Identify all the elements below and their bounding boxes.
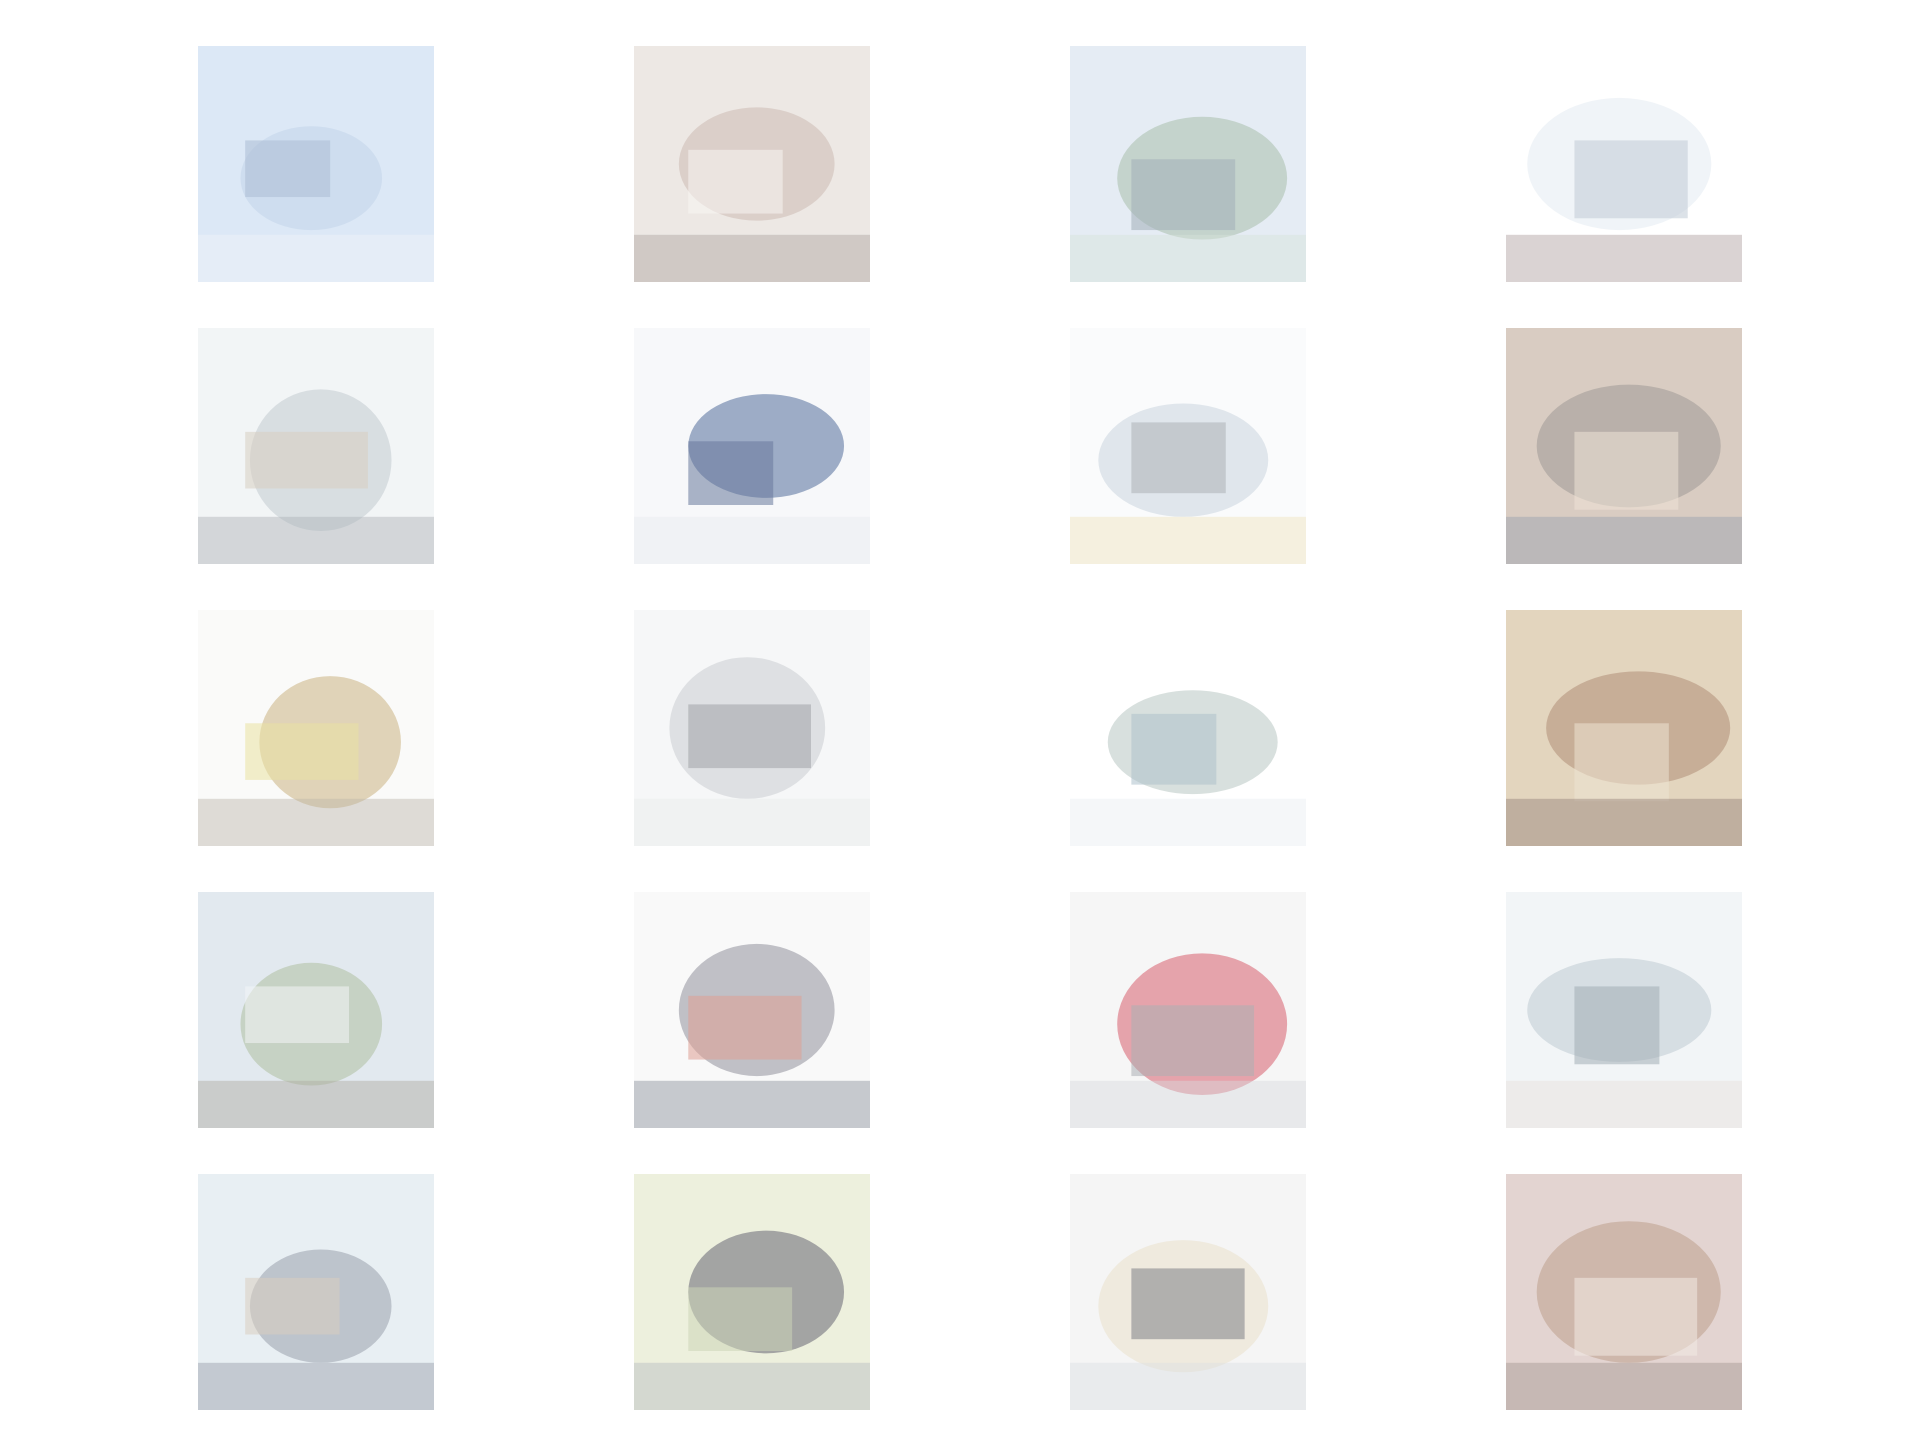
image-thumbnail [1506,46,1742,282]
image-tile-boat [1506,46,1742,282]
image-thumbnail [1070,1174,1306,1410]
faded-overlay [1070,610,1306,846]
image-thumbnail [1506,328,1742,564]
image-thumbnail [1070,610,1306,846]
faded-overlay [198,1174,434,1410]
image-tile-riders-on-horses [198,610,434,846]
faded-overlay [634,892,870,1128]
faded-overlay [198,892,434,1128]
faded-overlay [1506,1174,1742,1410]
faded-overlay [1070,328,1306,564]
image-tile-brown-horse [1506,610,1742,846]
image-thumbnail [634,610,870,846]
image-thumbnail [1506,892,1742,1128]
faded-overlay [634,1174,870,1410]
image-thumbnail [1070,328,1306,564]
image-tile-blue-truck [634,328,870,564]
image-tile-building-with-truck [198,328,434,564]
image-grid [0,0,1920,1440]
faded-overlay [198,328,434,564]
image-tile-boat-on-water [1070,610,1306,846]
faded-overlay [1506,610,1742,846]
image-thumbnail [198,892,434,1128]
image-thumbnail [198,1174,434,1410]
faded-overlay [1506,46,1742,282]
faded-overlay [1070,1174,1306,1410]
faded-overlay [1506,328,1742,564]
image-thumbnail [198,610,434,846]
image-tile-animal-in-shadow [1506,328,1742,564]
image-tile-dark-vehicle [634,1174,870,1410]
image-thumbnail [198,328,434,564]
faded-overlay [634,46,870,282]
image-tile-airplane [198,46,434,282]
image-thumbnail [1070,892,1306,1128]
image-tile-red-truck [1070,892,1306,1128]
faded-overlay [1070,892,1306,1128]
faded-overlay [1506,892,1742,1128]
image-tile-white-car [634,610,870,846]
image-thumbnail [634,1174,870,1410]
image-tile-truck [1506,892,1742,1128]
image-tile-cat-and-dog [1070,1174,1306,1410]
image-thumbnail [198,46,434,282]
faded-overlay [198,610,434,846]
image-thumbnail [634,46,870,282]
faded-overlay [1070,46,1306,282]
faded-overlay [634,610,870,846]
image-thumbnail [1506,1174,1742,1410]
image-thumbnail [634,328,870,564]
image-tile-deer-by-water [198,892,434,1128]
image-tile-tow-truck [1070,328,1306,564]
faded-overlay [198,46,434,282]
image-thumbnail [634,892,870,1128]
image-tile-dog [1506,1174,1742,1410]
image-tile-horse-and-carriage [634,46,870,282]
image-tile-bird [634,892,870,1128]
image-tile-ship-by-trees [1070,46,1306,282]
image-tile-dump-truck [198,1174,434,1410]
image-thumbnail [1070,46,1306,282]
image-thumbnail [1506,610,1742,846]
faded-overlay [634,328,870,564]
